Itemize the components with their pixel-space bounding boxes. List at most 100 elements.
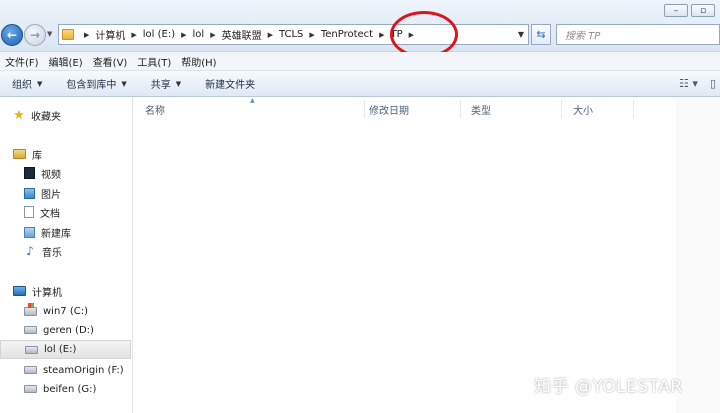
preview-pane-icon[interactable]: ▯ (710, 77, 716, 90)
chevron-down-icon: ▼ (121, 79, 127, 88)
view-controls: ☷ ▾ ▯ (679, 77, 716, 90)
breadcrumb-league[interactable]: 英雄联盟 (222, 27, 262, 42)
address-dropdown-icon[interactable]: ▼ (518, 30, 524, 39)
nav-item-documents[interactable]: 文档 (24, 204, 60, 220)
recent-pages-dropdown[interactable]: ▼ (47, 30, 52, 38)
column-label: 大小 (573, 105, 593, 117)
menu-view[interactable]: 查看(V) (93, 54, 128, 69)
nav-drive-label: lol (E:) (44, 344, 77, 355)
column-label: 修改日期 (369, 105, 409, 117)
annotation-circle (390, 11, 458, 58)
nav-drive-d[interactable]: geren (D:) (24, 322, 94, 338)
organize-label: 组织 (12, 80, 32, 91)
title-bar: – ▫ ← → ▼ ▶ 计算机 ▶ lol (E:) ▶ lol ▶ 英雄联盟 … (0, 0, 720, 52)
empty-folder-area[interactable] (134, 119, 675, 371)
command-bar: 组织 ▼ 包含到库中 ▼ 共享 ▼ 新建文件夹 ☷ ▾ ▯ (0, 71, 720, 97)
nav-item-label: 新建库 (41, 228, 71, 240)
drive-icon (24, 326, 37, 334)
breadcrumb-computer[interactable]: 计算机 (95, 27, 125, 42)
column-type[interactable]: 类型 (460, 100, 562, 118)
menu-help[interactable]: 帮助(H) (181, 54, 216, 69)
chevron-down-icon: ▼ (175, 79, 182, 88)
share-button[interactable]: 共享 ▼ (150, 76, 182, 92)
column-size[interactable]: 大小 (562, 100, 634, 118)
nav-item-label: 音乐 (42, 247, 62, 259)
address-bar[interactable]: ▶ 计算机 ▶ lol (E:) ▶ lol ▶ 英雄联盟 ▶ TCLS ▶ T… (58, 24, 529, 45)
nav-drive-label: beifen (G:) (43, 383, 97, 395)
watermark-text: 知乎 @YOLESTAR (534, 377, 683, 397)
menu-tools[interactable]: 工具(T) (137, 54, 171, 69)
drive-icon (24, 366, 37, 374)
picture-icon (24, 187, 35, 199)
drive-icon (25, 345, 38, 354)
forward-button[interactable]: → (24, 24, 46, 46)
chevron-right-icon[interactable]: ▶ (181, 31, 186, 39)
back-button[interactable]: ← (1, 24, 23, 46)
breadcrumb-lol-drive[interactable]: lol (E:) (143, 29, 175, 40)
new-library-icon (24, 226, 35, 238)
file-list[interactable]: ▲ 名称 修改日期 类型 大小 (134, 97, 720, 413)
nav-drive-label: steamOrigin (F:) (43, 364, 124, 376)
column-label: 类型 (471, 105, 491, 117)
chevron-right-icon[interactable]: ▶ (84, 31, 89, 39)
video-icon (24, 167, 35, 179)
menu-edit[interactable]: 编辑(E) (49, 54, 83, 69)
chevron-down-icon: ▼ (37, 79, 43, 88)
arrow-left-icon: ← (6, 28, 18, 42)
chevron-right-icon[interactable]: ▶ (268, 31, 273, 39)
search-placeholder: 搜索 TP (565, 31, 601, 42)
chevron-right-icon[interactable]: ▶ (379, 31, 384, 39)
chevron-right-icon[interactable]: ▶ (131, 31, 136, 39)
breadcrumb-tenprotect[interactable]: TenProtect (321, 29, 373, 40)
share-label: 共享 (150, 80, 171, 91)
windows-drive-icon (24, 302, 37, 316)
nav-item-label: 文档 (40, 208, 60, 220)
nav-item-new-library[interactable]: 新建库 (24, 224, 71, 240)
column-label: 名称 (145, 105, 165, 117)
nav-drive-c[interactable]: win7 (C:) (24, 302, 88, 319)
refresh-button[interactable]: ⇆ (531, 24, 551, 45)
search-input[interactable]: 搜索 TP (556, 24, 720, 45)
arrow-right-icon: → (29, 28, 41, 42)
folder-icon (62, 29, 74, 40)
nav-drive-g[interactable]: beifen (G:) (24, 381, 96, 397)
nav-drive-f[interactable]: steamOrigin (F:) (24, 362, 124, 378)
navigation-pane: ★ 收藏夹 库 视频 图片 文档 新建库 ♪ 音乐 计算机 win7 (C:) … (0, 97, 133, 413)
column-headers: 名称 修改日期 类型 大小 (134, 100, 720, 118)
nav-computer-label: 计算机 (32, 287, 62, 299)
chevron-right-icon[interactable]: ▶ (309, 31, 314, 39)
star-icon: ★ (13, 107, 25, 123)
include-in-library-button[interactable]: 包含到库中 ▼ (66, 76, 127, 92)
computer-icon (13, 286, 26, 296)
nav-libraries[interactable]: 库 (13, 146, 42, 162)
organize-button[interactable]: 组织 ▼ (12, 76, 43, 92)
menu-bar: 文件(F) 编辑(E) 查看(V) 工具(T) 帮助(H) (0, 52, 720, 71)
view-options-icon[interactable]: ☷ ▾ (679, 77, 698, 90)
nav-item-music[interactable]: ♪ 音乐 (24, 243, 62, 259)
nav-favorites-label: 收藏夹 (31, 111, 61, 123)
nav-favorites[interactable]: ★ 收藏夹 (13, 107, 61, 123)
column-date-modified[interactable]: 修改日期 (358, 100, 461, 118)
maximize-button[interactable]: ▫ (691, 4, 715, 17)
menu-file[interactable]: 文件(F) (5, 54, 39, 69)
breadcrumb-tcls[interactable]: TCLS (279, 29, 303, 40)
document-icon (24, 206, 34, 218)
breadcrumb-lol[interactable]: lol (193, 29, 205, 40)
nav-item-pictures[interactable]: 图片 (24, 185, 61, 201)
music-note-icon: ♪ (26, 244, 34, 258)
drive-icon (24, 385, 37, 393)
right-edge (676, 97, 720, 413)
new-folder-button[interactable]: 新建文件夹 (205, 76, 255, 91)
nav-libraries-label: 库 (32, 150, 42, 162)
new-folder-label: 新建文件夹 (205, 80, 256, 91)
nav-drive-label: geren (D:) (43, 324, 94, 336)
nav-drive-e[interactable]: lol (E:) (0, 340, 131, 359)
column-name[interactable]: 名称 (134, 100, 365, 118)
minimize-button[interactable]: – (664, 4, 688, 17)
refresh-icon: ⇆ (536, 28, 546, 41)
nav-item-label: 图片 (41, 189, 61, 201)
include-in-library-label: 包含到库中 (66, 80, 117, 91)
nav-computer[interactable]: 计算机 (13, 283, 62, 299)
chevron-right-icon[interactable]: ▶ (210, 31, 215, 39)
nav-item-videos[interactable]: 视频 (24, 165, 61, 181)
